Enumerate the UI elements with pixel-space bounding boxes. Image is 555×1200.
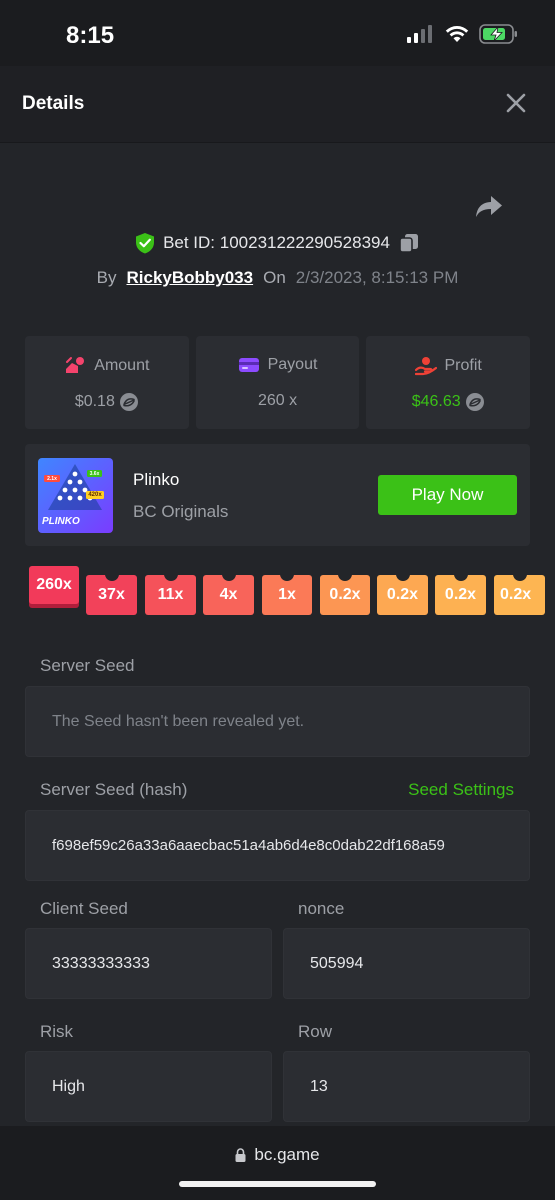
bet-author-row: By RickyBobby033 On 2/3/2023, 8:15:13 PM [0,268,555,288]
thumb-badge: 420x [88,492,102,498]
server-seed-hash-label: Server Seed (hash) [40,780,188,799]
row-label: Row [298,1022,333,1041]
risk-field[interactable]: High [25,1051,272,1122]
payout-label: Payout [267,356,318,373]
multiplier-label: 11x [157,586,184,603]
server-seed-field: The Seed hasn't been revealed yet. [25,686,530,757]
server-seed-hash-field[interactable]: f698ef59c26a33a6aaecbac51a4ab6d4e8c0dab2… [25,810,530,881]
status-time: 8:15 [66,22,115,49]
multiplier-row: 260x 37x 11x 4x 1x 0.2x 0.2x 0.2x 0.2x [29,566,555,620]
battery-charging-icon [479,24,517,44]
payout-value: 260 x [257,392,298,409]
payout-card: Payout 260 x [195,336,360,429]
multiplier-chip: 260x [29,566,79,604]
status-icons [407,24,519,44]
lock-icon [235,1148,246,1162]
amount-label: Amount [94,357,150,374]
bet-id: Bet ID: 100231222290528394 [163,233,390,252]
share-icon[interactable] [475,195,503,219]
game-card: 2.1x 3.6x 420x PLINKO Plinko BC Original… [25,444,530,546]
multiplier-chip: 0.2x [320,574,370,615]
verified-shield-icon [136,233,155,254]
url-text: bc.game [254,1145,320,1164]
by-label: By [96,268,117,287]
payout-icon [238,358,259,372]
copy-icon[interactable] [398,232,420,254]
username-link[interactable]: RickyBobby033 [126,268,253,288]
game-name: Plinko [133,470,180,489]
multiplier-label: 0.2x [444,586,477,603]
multiplier-chip: 0.2x [377,574,428,615]
seed-settings-link[interactable]: Seed Settings [408,780,514,800]
profit-card: Profit $46.63 [366,336,531,429]
game-provider: BC Originals [133,502,229,521]
amount-card: Amount $0.18 [25,336,189,429]
multiplier-chip: 1x [262,574,312,615]
thumb-badge: 3.6x [89,471,100,477]
multiplier-chip: 11x [145,574,196,615]
multiplier-label: 260x [36,576,72,593]
thumb-title: PLINKO [42,516,80,527]
signal-icon [407,25,432,43]
bet-date: 2/3/2023, 8:15:13 PM [295,268,459,287]
browser-bar: bc.game [0,1126,555,1200]
thumb-badge: 2.1x [47,476,57,482]
page-title: Details [22,93,85,114]
multiplier-label: 37x [98,586,125,603]
profit-value: $46.63 [411,393,461,410]
multiplier-label: 4x [219,586,238,603]
amount-icon [66,357,85,373]
multiplier-chip: 0.2x [435,574,486,615]
amount-value: $0.18 [74,393,115,410]
details-header: Details [0,66,555,143]
client-seed-field[interactable]: 33333333333 [25,928,272,999]
bet-stats: Amount $0.18 Payout 260 x Profit $46.63 [25,336,531,429]
nonce-label: nonce [298,899,345,918]
play-now-button[interactable]: Play Now [378,475,517,515]
home-indicator[interactable] [179,1181,376,1187]
wifi-icon [445,26,469,42]
bet-id-row: Bet ID: 100231222290528394 [0,232,555,254]
profit-icon [414,357,437,376]
xlm-coin-icon [119,393,138,411]
plinko-thumbnail[interactable]: 2.1x 3.6x 420x PLINKO [38,458,113,533]
multiplier-label: 0.2x [500,586,532,603]
multiplier-label: 0.2x [386,586,419,603]
xlm-coin-icon [465,393,484,411]
server-seed-label: Server Seed [40,656,135,675]
multiplier-chip: 37x [86,574,137,615]
nonce-field[interactable]: 505994 [283,928,530,999]
close-icon[interactable] [503,90,529,116]
on-label: On [263,268,286,287]
multiplier-label: 0.2x [329,586,361,603]
status-bar: 8:15 [0,0,555,66]
client-seed-label: Client Seed [40,899,128,918]
url-bar[interactable]: bc.game [0,1145,555,1165]
multiplier-chip: 0.2x [494,574,545,615]
profit-label: Profit [444,357,482,374]
row-field[interactable]: 13 [283,1051,530,1122]
multiplier-label: 1x [278,586,296,603]
risk-label: Risk [40,1022,74,1041]
multiplier-chip: 4x [203,574,254,615]
